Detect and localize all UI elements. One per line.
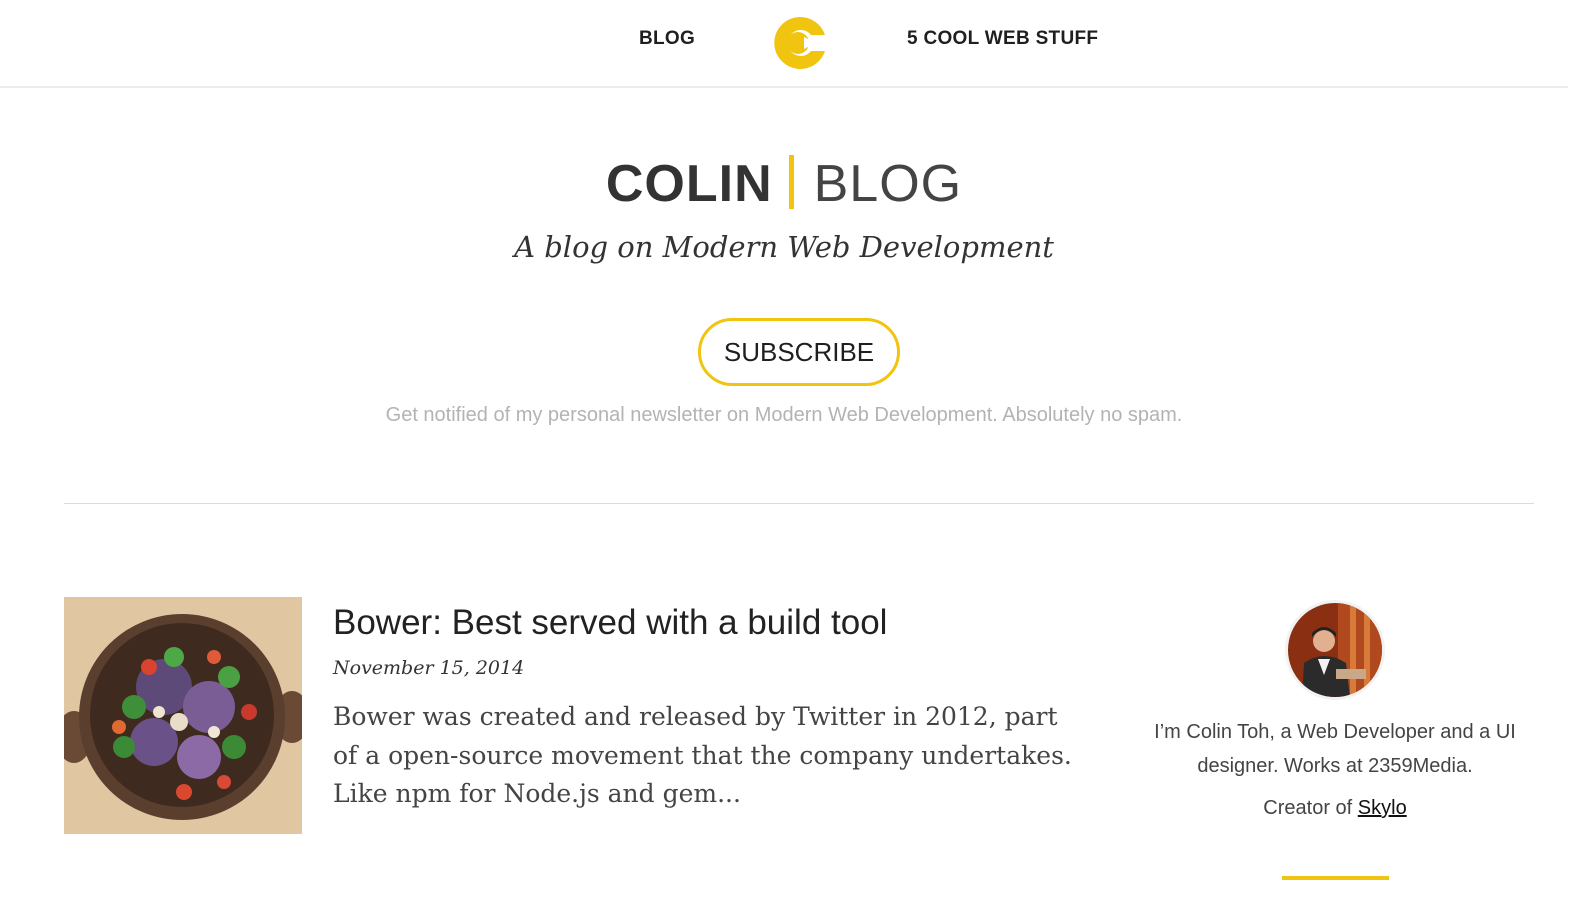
author-avatar [1285, 600, 1385, 700]
author-creator: Creator of Skylo [1140, 797, 1530, 820]
salad-bowl-image [64, 597, 302, 834]
site-title-light: BLOG [813, 155, 963, 213]
section-divider [64, 503, 1534, 504]
author-bio: I’m Colin Toh, a Web Developer and a UI … [1154, 721, 1516, 777]
post-excerpt: Bower was created and released by Twitte… [333, 702, 1072, 808]
skylo-link[interactable]: Skylo [1358, 797, 1407, 819]
title-separator [788, 155, 794, 209]
nav-link-cool-web-stuff[interactable]: 5 COOL WEB STUFF [907, 28, 1098, 50]
subscribe-button[interactable]: SUBSCRIBE [698, 318, 900, 386]
post-title[interactable]: Bower: Best served with a build tool [333, 603, 887, 643]
site-title: COLIN BLOG [0, 152, 1568, 216]
tagline: A blog on Modern Web Development [514, 230, 1054, 264]
top-nav: BLOG 5 COOL WEB STUFF [0, 0, 1568, 88]
accent-underline [1282, 876, 1389, 880]
newsletter-note: Get notified of my personal newsletter o… [385, 404, 1183, 426]
c-logo-icon[interactable] [770, 15, 828, 71]
post-thumbnail[interactable] [64, 597, 302, 834]
author-avatar-image [1288, 603, 1382, 697]
post-date: November 15, 2014 [333, 657, 525, 679]
creator-prefix: Creator of [1263, 797, 1358, 819]
nav-link-blog[interactable]: BLOG [639, 28, 695, 50]
site-title-bold: COLIN [605, 155, 773, 213]
